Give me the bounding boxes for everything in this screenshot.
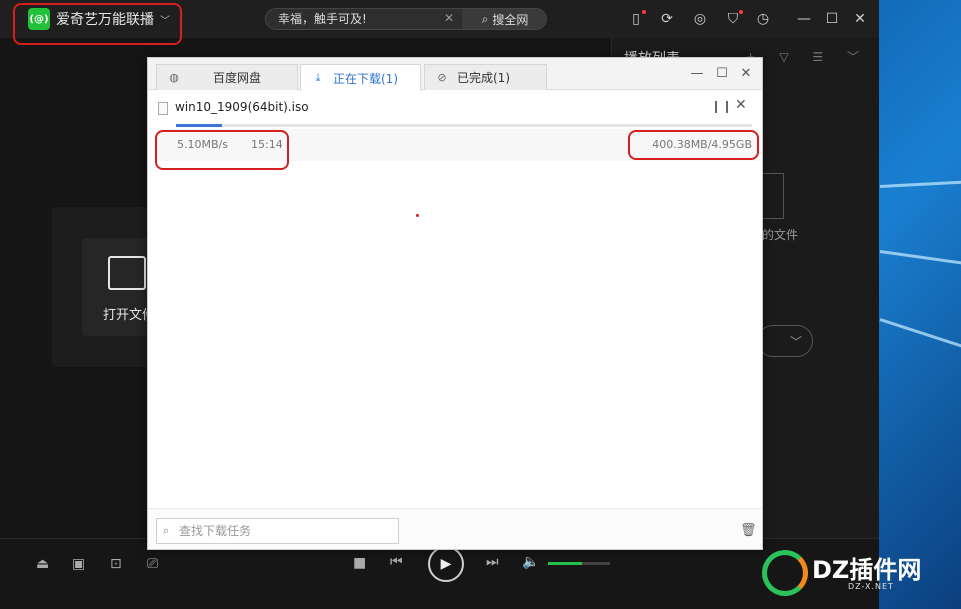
cast-icon[interactable]: ⎚ <box>147 556 158 572</box>
tab-baidu-netdisk[interactable]: ◍ 百度网盘 <box>156 64 298 90</box>
highlight-box <box>155 130 289 170</box>
highlight-box <box>13 3 182 45</box>
stop-icon[interactable]: ■ <box>353 555 366 571</box>
volume-fill <box>548 562 583 565</box>
maximize-icon[interactable]: ☐ <box>823 10 841 28</box>
folder-icon <box>108 256 146 290</box>
close-icon[interactable]: ✕ <box>851 10 869 28</box>
tab-label: 已完成(1) <box>457 71 510 85</box>
notification-dot <box>739 10 743 14</box>
search-icon: ⌕ <box>163 524 170 537</box>
eye-download-icon[interactable]: ◎ <box>691 10 709 28</box>
watermark-ring-icon <box>762 550 808 596</box>
cancel-icon[interactable]: ✕ <box>735 97 747 113</box>
search-box: ✕ ⌕ 搜全网 <box>265 8 547 30</box>
tab-label: 正在下载(1) <box>333 71 398 86</box>
watermark-text: DZ插件网 <box>812 556 922 584</box>
notification-dot <box>642 10 646 14</box>
tab-downloading[interactable]: ⤓ 正在下载(1) <box>300 64 421 91</box>
eject-icon[interactable]: ⏏ <box>36 556 49 572</box>
file-name: win10_1909(64bit).iso <box>175 100 309 114</box>
volume-slider[interactable] <box>548 562 610 565</box>
playlist-toolbar[interactable]: + ▽ ☰ ﹀ <box>746 48 870 65</box>
globe-icon: ◍ <box>169 71 179 84</box>
light-beam <box>879 250 961 270</box>
search-input[interactable] <box>266 9 462 29</box>
light-beam <box>879 318 961 359</box>
close-icon[interactable]: ✕ <box>738 66 754 81</box>
volume-icon[interactable]: 🔈 <box>522 554 539 570</box>
minimize-icon[interactable]: — <box>689 66 705 81</box>
search-all-label: 搜全网 <box>492 12 529 27</box>
download-progress <box>176 124 752 127</box>
download-progress-fill <box>176 124 223 127</box>
download-tabs: ◍ 百度网盘 ⤓ 正在下载(1) ⊘ 已完成(1) — ☐ ✕ <box>148 58 762 91</box>
screen-icon[interactable]: ⊡ <box>110 556 122 572</box>
check-circle-icon: ⊘ <box>437 71 447 84</box>
highlight-box <box>628 130 759 160</box>
tab-label: 百度网盘 <box>213 71 262 85</box>
tab-completed[interactable]: ⊘ 已完成(1) <box>424 64 547 90</box>
search-icon: ⌕ <box>481 11 489 26</box>
trash-icon[interactable]: 🗑 <box>740 523 757 538</box>
watermark-logo: DZ插件网 DZ-X.NET <box>760 544 960 600</box>
playlist-file-hint: 的文件 <box>762 228 799 242</box>
next-icon[interactable]: ⏭ <box>486 554 499 570</box>
watermark-subtext: DZ-X.NET <box>848 582 894 591</box>
maximize-icon[interactable]: ☐ <box>714 66 730 81</box>
clock-icon[interactable]: ◷ <box>754 10 772 28</box>
task-search-input[interactable] <box>179 519 394 543</box>
download-item: win10_1909(64bit).iso ❙❙ ✕ <box>148 94 762 124</box>
pause-icon[interactable]: ❙❙ <box>711 99 733 113</box>
play-button[interactable]: ▶ <box>428 546 464 582</box>
subtitle-icon[interactable]: ▣ <box>72 556 85 572</box>
task-search-box: ⌕ <box>156 518 399 544</box>
playlist-dropdown[interactable]: ﹀ <box>757 325 813 357</box>
light-beam <box>879 178 961 188</box>
download-icon: ⤓ <box>315 71 321 84</box>
minimize-icon[interactable]: — <box>795 10 813 28</box>
previous-icon[interactable]: ⏮ <box>390 554 403 570</box>
sync-icon[interactable]: ⟳ <box>658 10 676 28</box>
file-icon <box>158 102 168 115</box>
clear-icon[interactable]: ✕ <box>444 11 454 25</box>
search-all-button[interactable]: ⌕ 搜全网 <box>462 9 546 29</box>
dialog-footer: ⌕ 🗑 <box>148 508 762 549</box>
red-dot <box>416 214 419 217</box>
